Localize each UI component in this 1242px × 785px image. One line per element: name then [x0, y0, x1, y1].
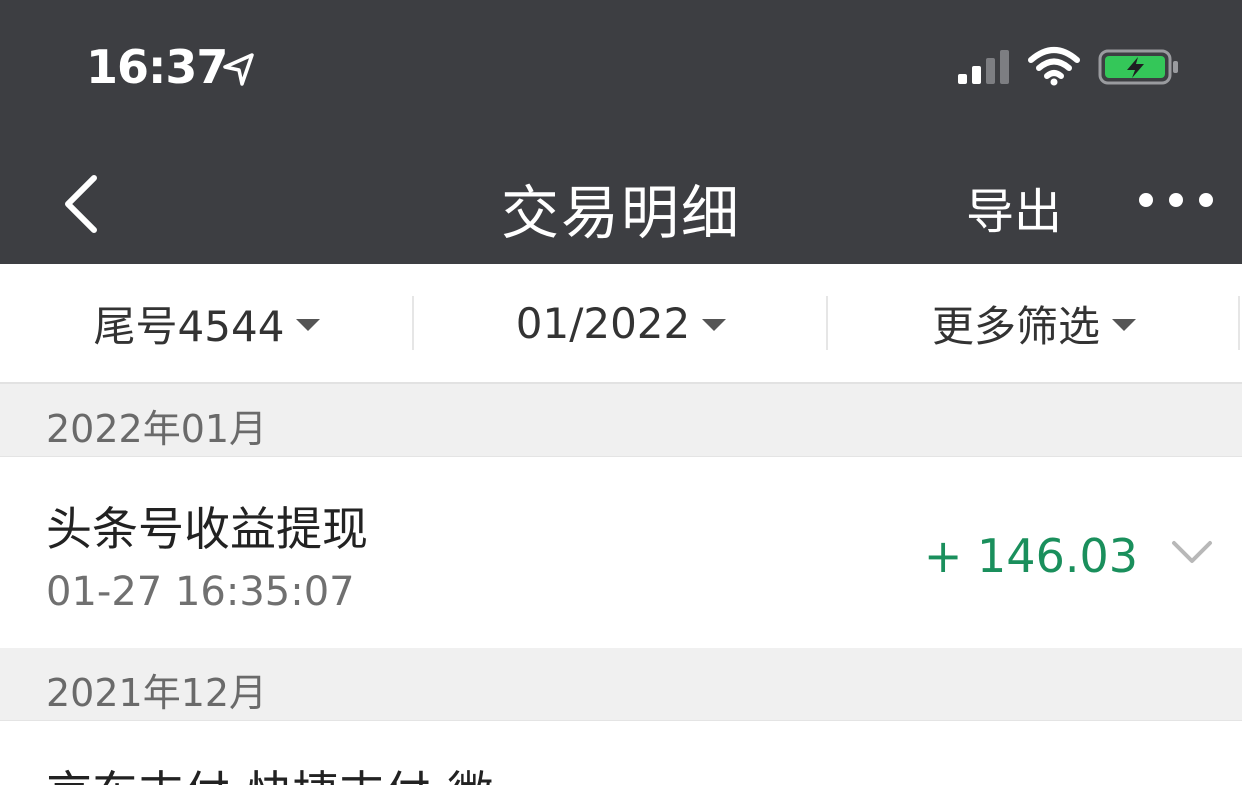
- filter-month[interactable]: 01/2022: [414, 264, 828, 382]
- location-arrow-icon: [223, 53, 254, 86]
- transaction-time: 01-27 16:35:07: [46, 569, 355, 615]
- top-bar: 16:37 交易明细 导出: [0, 0, 1242, 264]
- caret-down-icon: [296, 319, 321, 331]
- more-dots-icon[interactable]: [1136, 180, 1220, 220]
- filter-divider: [1238, 296, 1240, 350]
- cellular-signal-icon: [958, 50, 1009, 84]
- month-label: 2022年01月: [46, 407, 268, 451]
- month-header: 2021年12月: [0, 648, 1242, 721]
- filter-card-number-label: 尾号4544: [93, 301, 285, 351]
- filter-month-label: 01/2022: [515, 298, 691, 348]
- transaction-details-screen: 16:37 交易明细 导出 尾号4544 01/2022 更多筛选 2022年0…: [0, 0, 1242, 785]
- month-label: 2021年12月: [46, 671, 268, 715]
- transaction-title: 头条号收益提现: [46, 502, 368, 556]
- filter-card-number[interactable]: 尾号4544: [0, 264, 414, 382]
- caret-down-icon: [702, 319, 727, 331]
- transaction-row[interactable]: 京东支付-快捷支付-微: [0, 721, 1242, 785]
- filter-more-label: 更多筛选: [931, 301, 1100, 351]
- wifi-icon: [1028, 47, 1080, 86]
- caret-down-icon: [1112, 319, 1136, 331]
- chevron-down-icon[interactable]: [1170, 537, 1214, 567]
- status-time: 16:37: [86, 40, 228, 94]
- export-button[interactable]: 导出: [966, 172, 1062, 242]
- transaction-amount: + 146.03: [923, 529, 1138, 583]
- filter-more[interactable]: 更多筛选: [828, 264, 1240, 382]
- battery-charging-icon: [1098, 49, 1178, 85]
- transaction-title: 京东支付-快捷支付-微: [46, 757, 493, 785]
- month-header: 2022年01月: [0, 384, 1242, 457]
- filter-bar: 尾号4544 01/2022 更多筛选: [0, 264, 1242, 384]
- transaction-row[interactable]: 头条号收益提现 01-27 16:35:07 + 146.03: [0, 457, 1242, 647]
